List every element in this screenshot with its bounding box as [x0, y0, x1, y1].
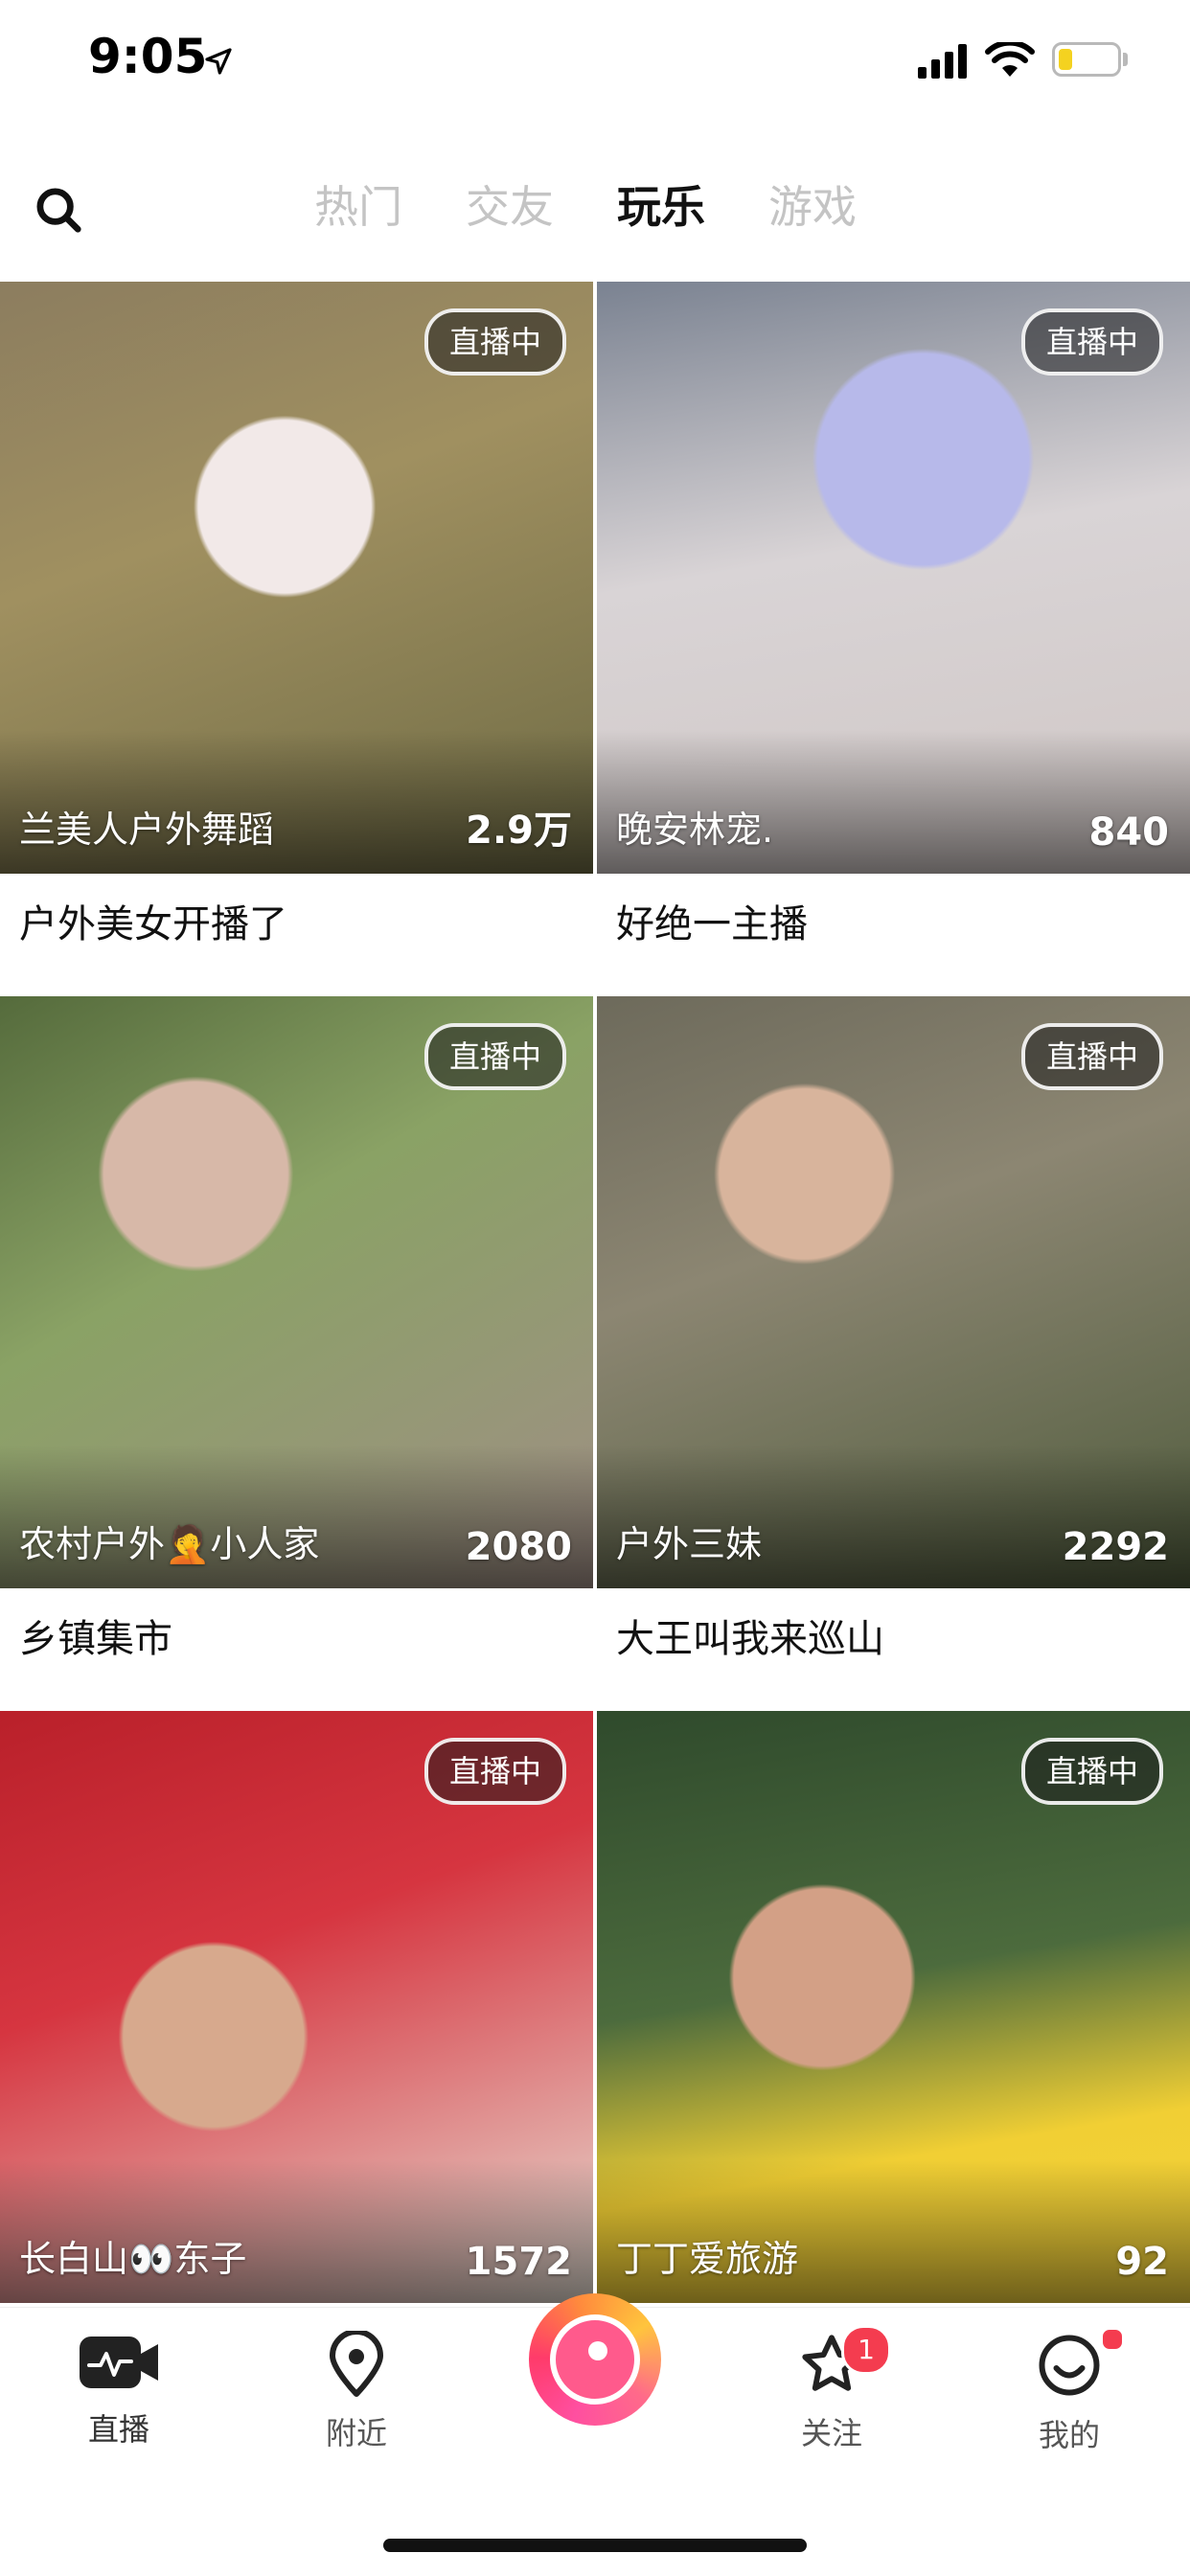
nav-live[interactable]: 直播 [42, 2331, 195, 2450]
home-indicator [383, 2539, 807, 2552]
live-card[interactable]: 直播中 户外三妹 2292 大王叫我来巡山 [597, 996, 1190, 1711]
location-arrow-icon [205, 48, 232, 75]
viewer-count: 92 [1115, 2240, 1169, 2284]
stream-thumbnail: 直播中 长白山👀东子 1572 [0, 1711, 593, 2303]
viewer-count: 2292 [1062, 1525, 1169, 1569]
search-icon[interactable] [33, 184, 84, 236]
tab-games[interactable]: 游戏 [768, 178, 857, 236]
live-badge: 直播中 [1020, 308, 1163, 376]
viewer-count: 2.9万 [466, 809, 572, 853]
streamer-name: 晚安林宠. [616, 809, 774, 851]
live-card[interactable]: 直播中 长白山👀东子 1572 [0, 1711, 593, 2303]
viewer-count: 840 [1088, 810, 1170, 855]
notification-badge: 1 [841, 2325, 891, 2375]
live-camera-icon [80, 2337, 158, 2388]
status-time: 9:05 [88, 29, 208, 84]
streamer-name: 农村户外🤦小人家 [19, 1523, 320, 1565]
stream-title: 大王叫我来巡山 [616, 1617, 884, 1661]
stream-title: 户外美女开播了 [19, 902, 287, 946]
streamer-name: 户外三妹 [616, 1523, 763, 1565]
live-badge: 直播中 [423, 1738, 566, 1805]
streamer-name: 长白山👀东子 [19, 2238, 247, 2280]
tab-friends[interactable]: 交友 [466, 178, 554, 236]
tab-fun[interactable]: 玩乐 [617, 178, 705, 236]
streamer-name: 兰美人户外舞蹈 [19, 809, 275, 851]
status-bar: 9:05 [0, 0, 1190, 125]
viewer-count: 2080 [465, 1525, 572, 1569]
stream-thumbnail: 直播中 农村户外🤦小人家 2080 [0, 996, 593, 1588]
stream-title: 好绝一主播 [616, 902, 808, 946]
stream-thumbnail: 直播中 兰美人户外舞蹈 2.9万 [0, 282, 593, 874]
category-tabs: 热门 交友 玩乐 游戏 [314, 178, 920, 236]
live-card[interactable]: 直播中 农村户外🤦小人家 2080 乡镇集市 [0, 996, 593, 1711]
viewer-count: 1572 [465, 2240, 572, 2284]
live-badge: 直播中 [1020, 1738, 1163, 1805]
camera-lens-icon [550, 2314, 640, 2405]
live-badge: 直播中 [423, 308, 566, 376]
nav-label: 直播 [87, 2411, 149, 2448]
stream-thumbnail: 直播中 户外三妹 2292 [597, 996, 1190, 1588]
nav-following[interactable]: 1 关注 [755, 2325, 908, 2453]
stream-title: 乡镇集市 [19, 1617, 172, 1661]
live-badge: 直播中 [1020, 1023, 1163, 1090]
nav-label: 关注 [800, 2415, 862, 2451]
location-pin-icon [330, 2329, 383, 2397]
stream-thumbnail: 直播中 丁丁爱旅游 92 [597, 1711, 1190, 2303]
cellular-signal-icon [918, 44, 967, 79]
nav-label: 我的 [1038, 2417, 1100, 2453]
live-badge: 直播中 [423, 1023, 566, 1090]
live-card[interactable]: 直播中 兰美人户外舞蹈 2.9万 户外美女开播了 [0, 282, 593, 996]
nav-label: 附近 [325, 2415, 387, 2451]
streamer-name: 丁丁爱旅游 [616, 2238, 799, 2280]
battery-tip [1123, 53, 1128, 66]
unread-dot [1100, 2327, 1125, 2352]
nav-nearby[interactable]: 附近 [280, 2329, 433, 2453]
smiley-face-icon [1039, 2335, 1100, 2396]
stream-thumbnail: 直播中 晚安林宠. 840 [597, 282, 1190, 874]
tab-hot[interactable]: 热门 [314, 178, 402, 236]
wifi-icon [985, 42, 1035, 77]
live-card[interactable]: 直播中 晚安林宠. 840 好绝一主播 [597, 282, 1190, 996]
live-card[interactable]: 直播中 丁丁爱旅游 92 [597, 1711, 1190, 2303]
battery-icon [1052, 42, 1121, 77]
nav-me[interactable]: 我的 [993, 2327, 1146, 2455]
start-live-button[interactable] [529, 2293, 661, 2426]
